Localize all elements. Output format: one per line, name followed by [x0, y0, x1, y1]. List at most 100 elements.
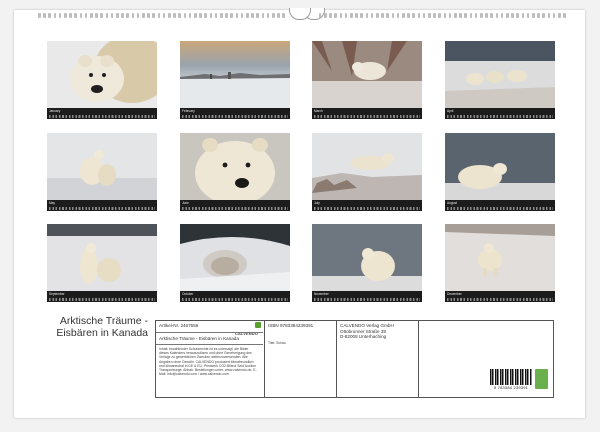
calvendo-badge-icon	[255, 322, 261, 328]
hanger-hook	[289, 8, 311, 20]
spiral-ring	[542, 13, 545, 18]
month-label: June	[182, 201, 189, 205]
spiral-ring	[199, 13, 202, 18]
spiral-ring	[230, 13, 233, 18]
info-box: Artikel-Nr. 2467556 CALVENDO Arktische T…	[155, 320, 554, 398]
day-row	[182, 297, 288, 301]
barcode-number: 9 783384 239391	[493, 385, 529, 390]
day-row	[314, 297, 420, 301]
calendar-title: Arktische Träume - Eisbären in Kanada	[56, 315, 148, 339]
spiral-ring	[490, 13, 493, 18]
spiral-ring	[131, 13, 135, 18]
month-label: October	[182, 292, 194, 296]
month-tile-october: October	[180, 224, 290, 302]
spiral-ring	[74, 13, 77, 18]
bear-photo	[47, 133, 157, 200]
spiral-ring	[256, 13, 259, 18]
snow-den-image	[180, 224, 290, 291]
spiral-ring	[84, 13, 88, 18]
spiral-ring	[126, 13, 129, 18]
calendar-strip: October	[180, 291, 290, 302]
spiral-ring	[240, 13, 244, 18]
bear-face-image	[180, 133, 290, 200]
spiral-ring	[261, 13, 265, 18]
sunset-tundra-image	[180, 41, 290, 108]
calendar-strip: May	[47, 200, 157, 211]
spiral-ring	[386, 13, 389, 18]
bear-photo	[47, 41, 157, 108]
spiral-ring	[168, 13, 171, 18]
spiral-ring	[116, 13, 119, 18]
bear-photo	[445, 41, 555, 108]
spiral-ring	[329, 13, 332, 18]
day-row	[182, 206, 288, 210]
bear-photo	[445, 133, 555, 200]
spiral-ring	[173, 13, 176, 18]
calendar-strip: March	[312, 108, 422, 119]
spiral-ring	[100, 13, 103, 18]
spiral-ring	[402, 13, 405, 18]
spiral-ring	[95, 13, 98, 18]
calendar-strip: September	[47, 291, 157, 302]
legal-text: Inhalt: bezahlender Schutzrechte ist es …	[159, 347, 257, 377]
spiral-ring	[79, 13, 83, 18]
spiral-ring	[526, 13, 530, 18]
day-row	[447, 114, 553, 118]
calendar-strip: December	[445, 291, 555, 302]
spiral-ring	[469, 13, 473, 18]
spiral-ring	[459, 13, 462, 18]
spiral-ring	[547, 13, 551, 18]
spiral-ring	[147, 13, 150, 18]
bear-closeup-image	[47, 41, 157, 108]
calendar-strip: January	[47, 108, 157, 119]
spiral-ring	[194, 13, 197, 18]
month-tile-march: March	[312, 41, 422, 119]
two-bears-playing-image	[47, 133, 157, 200]
spiral-ring	[157, 13, 161, 18]
isbn: ISBN 9783384239391	[268, 323, 314, 328]
spiral-ring	[162, 13, 166, 18]
spiral-ring	[38, 13, 41, 18]
column-divider	[264, 321, 265, 397]
day-row	[182, 114, 288, 118]
bear-photo	[312, 133, 422, 200]
lying-bear-image	[312, 133, 422, 200]
spiral-ring	[532, 13, 535, 18]
day-row	[447, 297, 553, 301]
bear-photo	[312, 41, 422, 108]
spiral-ring	[448, 13, 452, 18]
spiral-ring	[506, 13, 509, 18]
month-label: March	[314, 109, 323, 113]
month-label: February	[182, 109, 195, 113]
day-row	[49, 206, 155, 210]
day-row	[314, 206, 420, 210]
spiral-ring	[500, 13, 504, 18]
month-tile-november: November	[312, 224, 422, 302]
spiral-ring	[110, 13, 114, 18]
spiral-ring	[43, 13, 46, 18]
spiral-ring	[90, 13, 93, 18]
spiral-ring	[209, 13, 213, 18]
spiral-ring	[417, 13, 421, 18]
spiral-ring	[350, 13, 353, 18]
spiral-ring	[318, 13, 322, 18]
climate-neutral-icon	[535, 369, 548, 389]
spiral-ring	[365, 13, 369, 18]
month-label: August	[447, 201, 457, 205]
barcode-bars	[490, 369, 532, 385]
spiral-ring	[370, 13, 374, 18]
spiral-ring	[563, 13, 566, 18]
month-tile-june: June	[180, 133, 290, 211]
spiral-ring	[220, 13, 223, 18]
spiral-ring	[246, 13, 249, 18]
spiral-ring	[428, 13, 431, 18]
spiral-ring	[121, 13, 124, 18]
calendar-sheet: January February March April May June Ju…	[14, 8, 585, 418]
day-row	[447, 206, 553, 210]
spiral-ring	[324, 13, 327, 18]
calendar-strip: August	[445, 200, 555, 211]
month-tile-april: April	[445, 41, 555, 119]
column-divider	[418, 321, 419, 397]
column-divider	[336, 321, 337, 397]
day-row	[49, 297, 155, 301]
